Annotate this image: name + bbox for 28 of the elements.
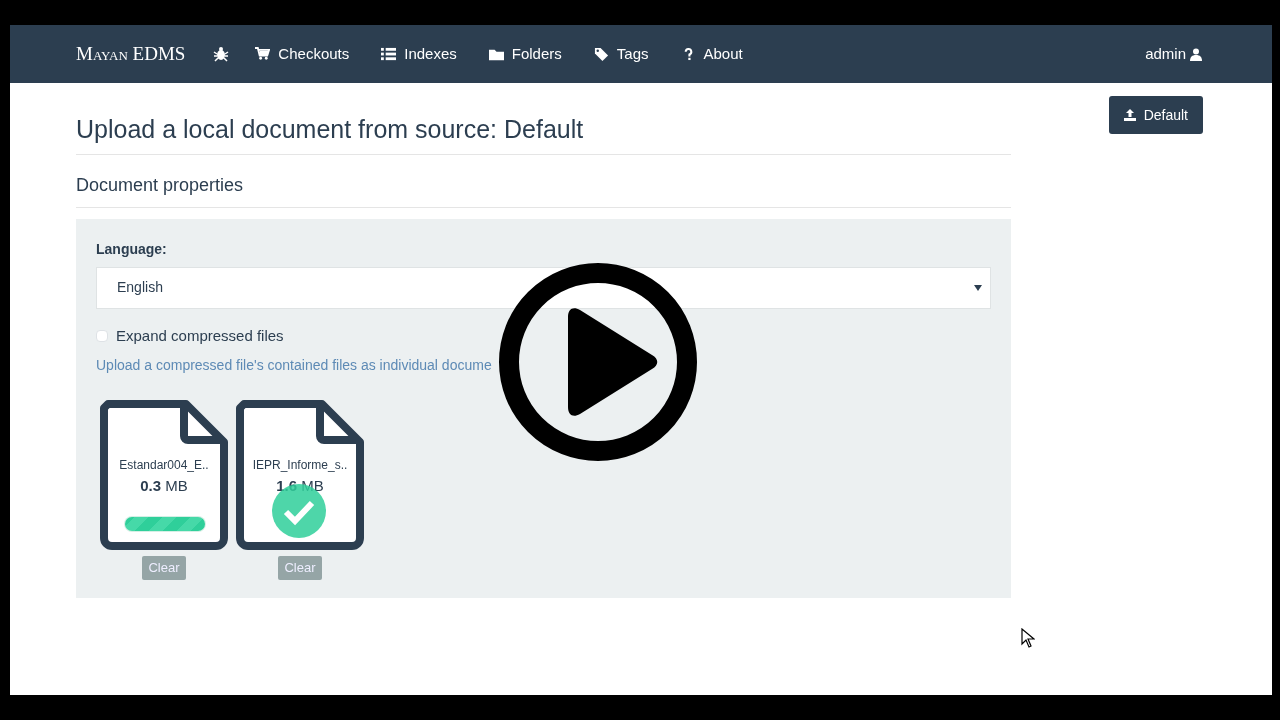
checkbox-label: Expand compressed files <box>116 325 284 346</box>
nav-link[interactable]: Checkouts <box>255 42 350 66</box>
nav-link[interactable]: Indexes <box>381 42 457 66</box>
nav-link[interactable]: Tags <box>593 42 649 66</box>
source-button[interactable]: Default <box>1108 96 1203 134</box>
upload-icon <box>1123 109 1136 121</box>
tag-icon <box>593 46 609 62</box>
nav-link[interactable]: Folders <box>488 42 562 66</box>
section-heading: Document properties <box>76 155 1011 208</box>
file-size: 0.3 MB <box>139 476 189 497</box>
help-text: Upload a compressed file's contained files as individual docume <box>96 356 493 376</box>
file-name: IEPR_Informe_s.. <box>251 457 349 475</box>
file-icon <box>100 400 228 551</box>
user-icon <box>1190 47 1202 61</box>
caret-icon <box>974 284 982 291</box>
list-icon <box>381 46 397 62</box>
brand-logo[interactable]: Mayan EDMS <box>76 39 186 69</box>
bug-icon <box>213 46 230 62</box>
nav-link[interactable]: About <box>680 42 743 66</box>
field-label: Language: <box>96 239 168 259</box>
cart-icon <box>255 46 271 62</box>
language-select[interactable]: English <box>96 266 991 309</box>
mouse-pointer-icon <box>1021 628 1035 648</box>
checkbox[interactable] <box>96 329 108 342</box>
user-menu-link[interactable]: admin <box>1145 42 1202 66</box>
page-title: Upload a local document from source: Default <box>76 83 1011 155</box>
file-name: Estandar004_E.. <box>118 457 210 475</box>
play-icon[interactable] <box>498 262 698 462</box>
